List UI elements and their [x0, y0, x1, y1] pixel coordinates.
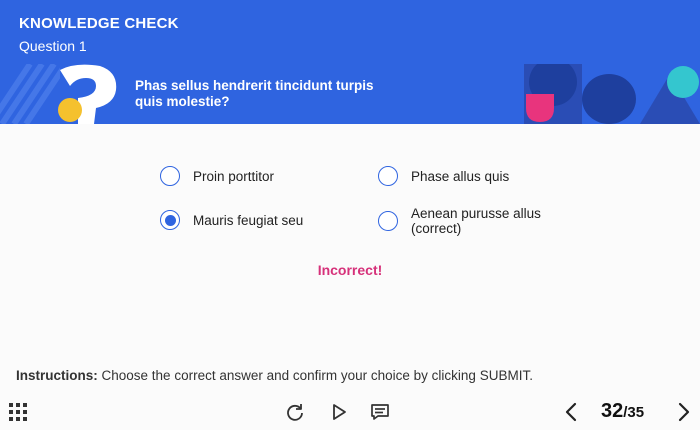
page-counter: 32/35	[601, 400, 644, 423]
instructions-text: Instructions: Choose the correct answer …	[16, 368, 533, 383]
current-page: 32	[601, 400, 624, 422]
header-title: KNOWLEDGE CHECK	[19, 15, 179, 32]
radio-button[interactable]	[160, 166, 180, 186]
answer-option-1[interactable]: Proin porttitor	[160, 166, 274, 186]
next-icon[interactable]	[673, 401, 695, 423]
instructions-body: Choose the correct answer and confirm yo…	[97, 368, 533, 383]
answer-option-3[interactable]: Mauris feugiat seu	[160, 210, 303, 230]
option-label: Aenean purusse allus (correct)	[411, 206, 541, 236]
play-icon[interactable]	[329, 402, 349, 422]
radio-button-selected[interactable]	[160, 210, 180, 230]
question-text: Phas sellus hendrerit tincidunt turpis q…	[135, 78, 374, 109]
option-label: Mauris feugiat seu	[193, 212, 304, 228]
decorative-shapes-graphic	[524, 64, 700, 124]
radio-button[interactable]	[378, 211, 398, 231]
answer-option-4[interactable]: Aenean purusse allus (correct)	[378, 206, 561, 236]
grid-menu-icon[interactable]	[9, 403, 27, 421]
radio-selected-dot	[164, 214, 176, 226]
captions-icon[interactable]	[370, 402, 390, 422]
question-number: Question 1	[19, 38, 87, 54]
replay-icon[interactable]	[285, 402, 305, 422]
radio-button[interactable]	[378, 166, 398, 186]
question-mark-graphic	[0, 64, 117, 124]
previous-icon[interactable]	[560, 401, 582, 423]
option-label: Phase allus quis	[411, 168, 510, 184]
instructions-prefix: Instructions:	[16, 368, 98, 383]
header-banner: KNOWLEDGE CHECK Question 1 Phas sellus h…	[0, 0, 700, 124]
feedback-message: Incorrect!	[317, 262, 383, 278]
option-label: Proin porttitor	[193, 168, 275, 184]
answer-option-2[interactable]: Phase allus quis	[378, 166, 509, 186]
total-pages: /35	[623, 404, 645, 421]
